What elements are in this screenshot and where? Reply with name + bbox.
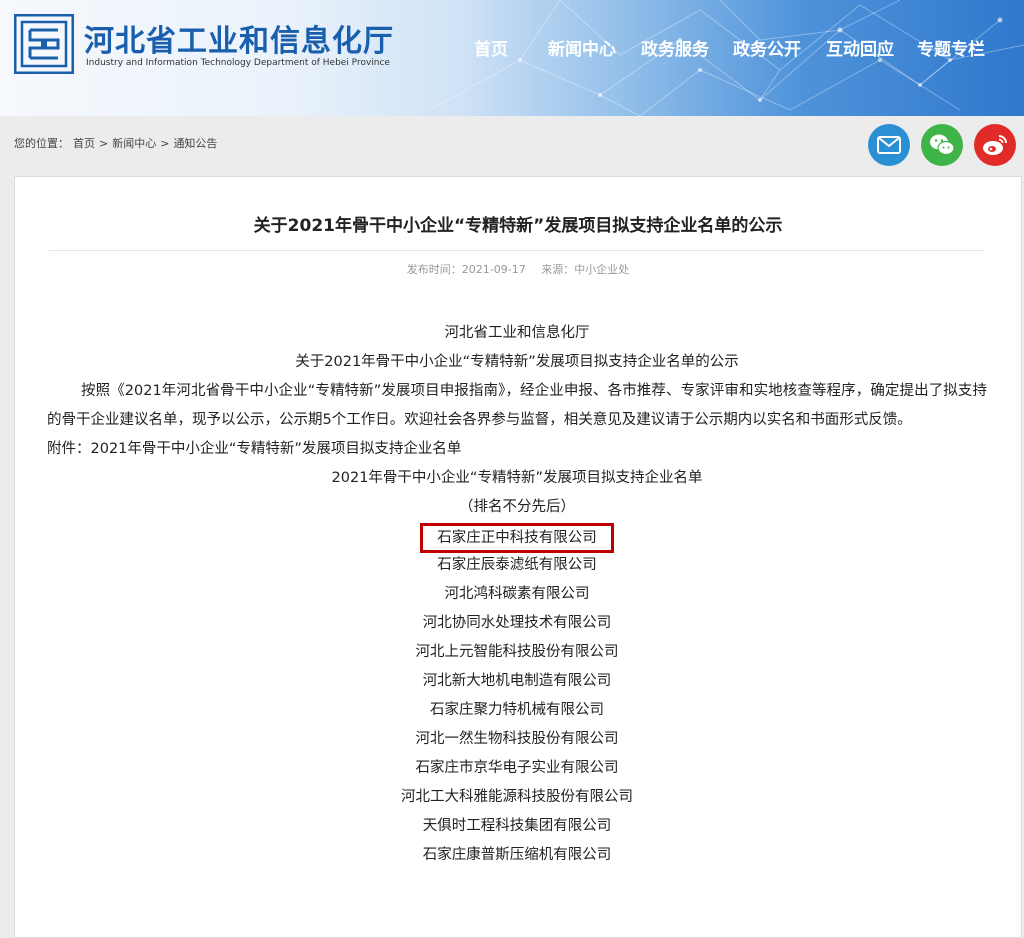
publish-time: 发布时间：2021-09-17 [406, 263, 526, 276]
list-note: （排名不分先后） [459, 499, 575, 515]
site-title[interactable]: 河北省工业和信息化厅 [84, 16, 394, 60]
list-item: 石家庄市京华电子实业有限公司 [415, 760, 619, 776]
list-item: 河北新大地机电制造有限公司 [422, 673, 612, 689]
list-title: 2021年骨干中小企业“专精特新”发展项目拟支持企业名单 [331, 470, 703, 486]
attachment-line: 附件：2021年骨干中小企业“专精特新”发展项目拟支持企业名单 [47, 441, 462, 457]
list-item: 石家庄辰泰滤纸有限公司 [437, 557, 597, 573]
site-subtitle-en: Industry and Information Technology Depa… [86, 58, 390, 68]
breadcrumb: 您的位置： 首页 > 新闻中心 > 通知公告 [14, 135, 221, 151]
nav-interaction[interactable]: 互动回应 [826, 35, 894, 60]
breadcrumb-news[interactable]: 新闻中心 [112, 137, 156, 150]
breadcrumb-home[interactable]: 首页 [73, 137, 95, 150]
list-item: 河北工大科雅能源科技股份有限公司 [401, 789, 633, 805]
breadcrumb-notices[interactable]: 通知公告 [173, 137, 217, 150]
weibo-icon [983, 135, 1007, 155]
highlighted-company: 石家庄正中科技有限公司 [420, 523, 614, 553]
nav-news[interactable]: 新闻中心 [548, 35, 616, 60]
article-meta: 发布时间：2021-09-17 来源：中小企业处 [15, 261, 1021, 277]
list-item: 河北鸿科碳素有限公司 [444, 586, 590, 602]
list-item: 河北协同水处理技术有限公司 [422, 615, 612, 631]
emblem-logo-icon [14, 14, 74, 74]
wechat-icon [930, 134, 955, 156]
list-item: 河北上元智能科技股份有限公司 [415, 644, 619, 660]
issuer: 河北省工业和信息化厅 [444, 325, 590, 341]
article-source: 来源：中小企业处 [541, 263, 630, 276]
article-panel: 关于2021年骨干中小企业“专精特新”发展项目拟支持企业名单的公示 发布时间：2… [14, 176, 1022, 938]
list-item: 石家庄聚力特机械有限公司 [430, 702, 604, 718]
site-header: 河北省工业和信息化厅 Industry and Information Tech… [0, 0, 1024, 116]
nav-home[interactable]: 首页 [474, 35, 508, 60]
breadcrumb-separator: > [99, 137, 109, 150]
nav-topics[interactable]: 专题专栏 [917, 35, 985, 60]
wechat-share-button[interactable] [921, 124, 963, 166]
article-body: 河北省工业和信息化厅 关于2021年骨干中小企业“专精特新”发展项目拟支持企业名… [47, 319, 987, 870]
title-divider [49, 250, 985, 251]
list-item: 河北一然生物科技股份有限公司 [415, 731, 619, 747]
weibo-share-button[interactable] [974, 124, 1016, 166]
list-item: 天俱时工程科技集团有限公司 [422, 818, 612, 834]
email-icon [877, 136, 901, 154]
nav-publicity[interactable]: 政务公开 [733, 35, 801, 60]
article-title: 关于2021年骨干中小企业“专精特新”发展项目拟支持企业名单的公示 [253, 216, 783, 236]
list-item: 石家庄正中科技有限公司 [47, 522, 987, 553]
breadcrumb-separator: > [160, 137, 170, 150]
list-item: 石家庄康普斯压缩机有限公司 [422, 847, 612, 863]
notice-subtitle: 关于2021年骨干中小企业“专精特新”发展项目拟支持企业名单的公示 [295, 354, 739, 370]
notice-paragraph: 按照《2021年河北省骨干中小企业“专精特新”发展项目申报指南》，经企业申报、各… [47, 383, 987, 428]
nav-services[interactable]: 政务服务 [641, 35, 709, 60]
breadcrumb-prefix: 您的位置： [14, 137, 69, 150]
email-share-button[interactable] [868, 124, 910, 166]
